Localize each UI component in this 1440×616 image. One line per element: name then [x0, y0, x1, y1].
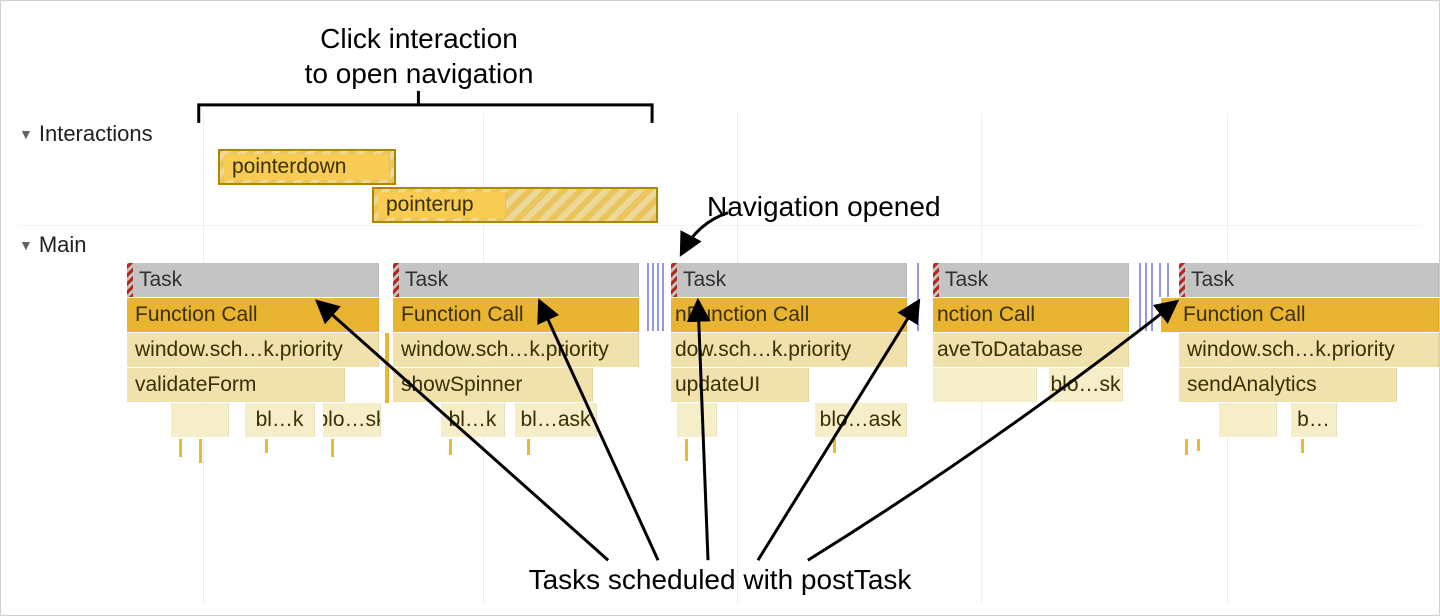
- chevron-down-icon: ▼: [19, 126, 33, 142]
- section-main[interactable]: ▼ Main: [19, 232, 87, 258]
- flame-entry[interactable]: blo…sk: [1049, 368, 1123, 402]
- interaction-label: pointerup: [386, 193, 474, 217]
- flame-entry[interactable]: bl…ask: [515, 403, 597, 437]
- flame-function-call[interactable]: Function Call: [127, 298, 379, 332]
- flame-entry[interactable]: validateForm: [127, 368, 345, 402]
- flame-entry[interactable]: bl…k: [441, 403, 505, 437]
- flame-entry[interactable]: window.sch…k.priority: [127, 333, 379, 367]
- flame-task[interactable]: Task: [127, 263, 379, 297]
- interaction-pointerup[interactable]: pointerup: [372, 187, 658, 223]
- flame-task[interactable]: Task: [671, 263, 907, 297]
- flame-function-call[interactable]: nFunction Call: [671, 298, 907, 332]
- flame-entry[interactable]: [677, 403, 717, 437]
- annotation-click-interaction: Click interaction to open navigation: [199, 21, 639, 91]
- flame-function-call[interactable]: nction Call: [933, 298, 1129, 332]
- chevron-down-icon: ▼: [19, 237, 33, 253]
- flame-entry[interactable]: [171, 403, 229, 437]
- flame-entry[interactable]: aveToDatabase: [933, 333, 1129, 367]
- flame-entry[interactable]: blo…sk: [323, 403, 381, 437]
- flame-entry[interactable]: [1219, 403, 1277, 437]
- flame-task[interactable]: Task: [393, 263, 639, 297]
- annotation-navigation-opened: Navigation opened: [707, 189, 1027, 224]
- flame-task[interactable]: Task: [1179, 263, 1439, 297]
- interaction-pointerdown-inner: pointerdown: [224, 154, 390, 180]
- flame-entry[interactable]: dow.sch…k.priority: [671, 333, 907, 367]
- interaction-pointerup-inner: pointerup: [378, 192, 506, 218]
- section-main-label: Main: [39, 232, 87, 257]
- annotation-posttask: Tasks scheduled with postTask: [19, 562, 1421, 597]
- section-interactions-label: Interactions: [39, 121, 153, 146]
- flame-function-call[interactable]: Function Call: [393, 298, 639, 332]
- flame-entry[interactable]: sendAnalytics: [1179, 368, 1397, 402]
- flame-entry[interactable]: [933, 368, 1037, 402]
- interaction-pointerdown[interactable]: pointerdown: [218, 149, 396, 185]
- flame-entry[interactable]: window.sch…k.priority: [1179, 333, 1439, 367]
- flame-entry[interactable]: window.sch…k.priority: [393, 333, 639, 367]
- interaction-label: pointerdown: [232, 155, 346, 179]
- flame-entry[interactable]: blo…ask: [815, 403, 907, 437]
- flame-entry[interactable]: updateUI: [671, 368, 809, 402]
- flame-task[interactable]: Task: [933, 263, 1129, 297]
- flame-entry[interactable]: showSpinner: [393, 368, 593, 402]
- devtools-flame-diagram: ▼ Interactions pointerdown pointerup ▼ Mai…: [0, 0, 1440, 616]
- section-interactions[interactable]: ▼ Interactions: [19, 121, 153, 147]
- flame-entry[interactable]: bl…k: [245, 403, 315, 437]
- flame-function-call[interactable]: Function Call: [1161, 298, 1439, 332]
- flame-entry[interactable]: b…: [1291, 403, 1337, 437]
